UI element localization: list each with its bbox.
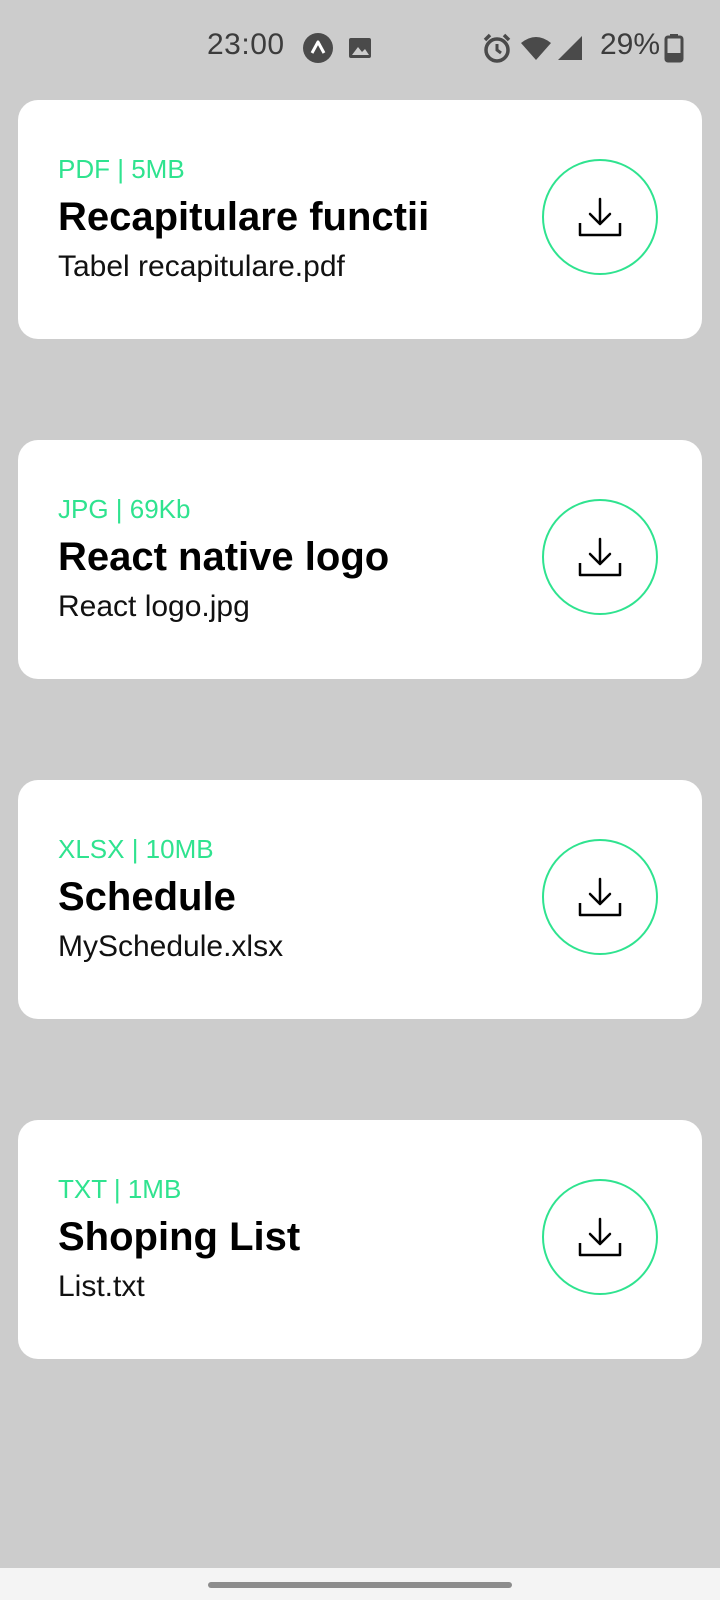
battery-percentage: 29% <box>600 28 661 61</box>
download-icon <box>578 197 622 237</box>
file-card: JPG | 69Kb React native logo React logo.… <box>18 440 702 679</box>
status-time: 23:00 <box>207 28 285 61</box>
file-card: XLSX | 10MB Schedule MySchedule.xlsx <box>18 780 702 1019</box>
alarm-icon <box>481 32 513 64</box>
download-button[interactable] <box>542 839 658 955</box>
file-meta: PDF | 5MB <box>58 154 185 184</box>
file-title: React native logo <box>58 535 390 579</box>
navigation-bar <box>0 1568 720 1600</box>
app-notification-icon <box>302 32 334 64</box>
file-title: Schedule <box>58 875 236 919</box>
file-title: Recapitulare functii <box>58 195 430 239</box>
download-icon <box>578 877 622 917</box>
file-meta: JPG | 69Kb <box>58 494 191 524</box>
file-meta: TXT | 1MB <box>58 1174 182 1204</box>
status-bar: 23:00 29% <box>0 0 720 96</box>
image-icon <box>344 32 376 64</box>
file-card: PDF | 5MB Recapitulare functii Tabel rec… <box>18 100 702 339</box>
file-name: List.txt <box>58 1270 145 1303</box>
download-icon <box>578 1217 622 1257</box>
battery-icon <box>662 32 686 64</box>
download-button[interactable] <box>542 159 658 275</box>
file-card: TXT | 1MB Shoping List List.txt <box>18 1120 702 1359</box>
download-button[interactable] <box>542 1179 658 1295</box>
wifi-icon <box>520 32 552 64</box>
home-gesture-handle[interactable] <box>208 1582 512 1588</box>
download-button[interactable] <box>542 499 658 615</box>
file-name: MySchedule.xlsx <box>58 930 284 963</box>
download-icon <box>578 537 622 577</box>
file-title: Shoping List <box>58 1215 301 1259</box>
file-name: React logo.jpg <box>58 590 250 623</box>
file-name: Tabel recapitulare.pdf <box>58 250 345 283</box>
signal-icon <box>554 32 586 64</box>
file-meta: XLSX | 10MB <box>58 834 214 864</box>
